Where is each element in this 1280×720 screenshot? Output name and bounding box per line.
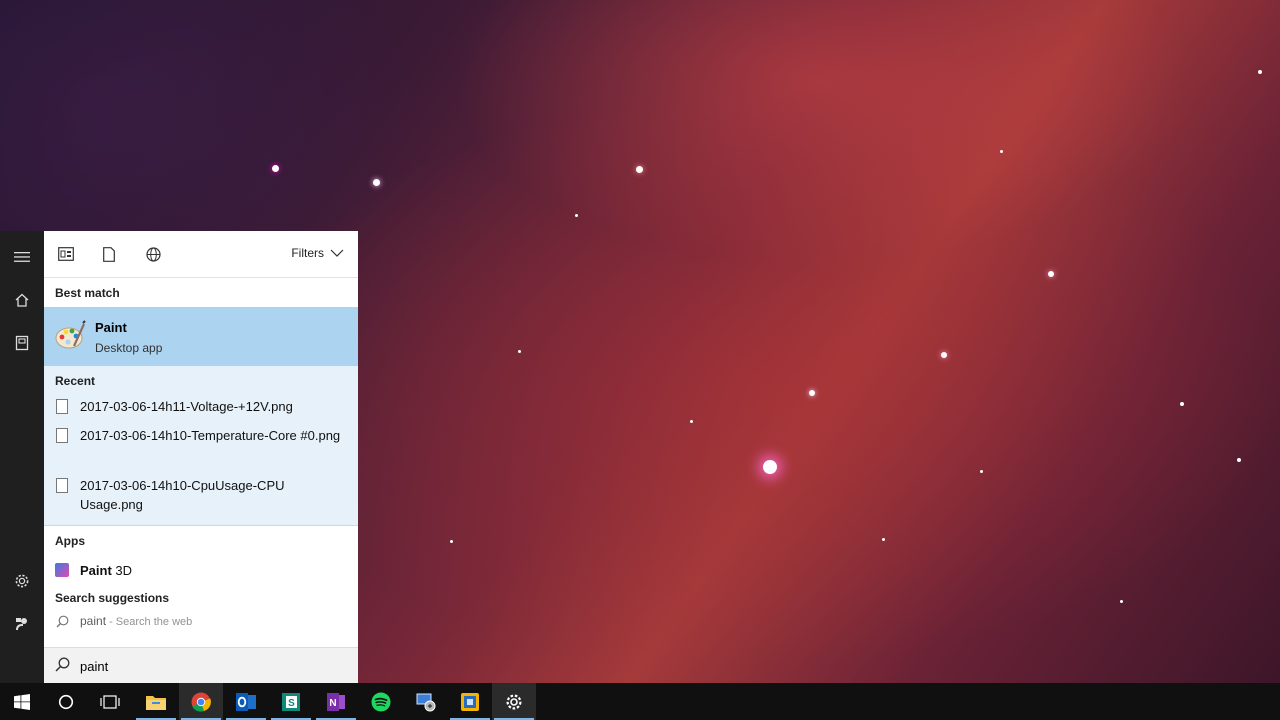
windows-logo-icon: [14, 693, 30, 710]
wallpaper-star: [1048, 271, 1054, 277]
outlook-icon: [236, 692, 256, 711]
filters-bar: Filters: [44, 231, 358, 278]
wallpaper-star: [941, 352, 947, 358]
taskbar-settings-icon: [506, 693, 522, 710]
remote-desktop-icon: [416, 693, 436, 711]
task-view-icon: [100, 694, 120, 709]
home-icon[interactable]: [0, 280, 44, 320]
filters-button[interactable]: Filters: [291, 246, 344, 260]
chevron-down-icon: [330, 249, 344, 257]
best-match-subtitle: Desktop app: [95, 341, 163, 355]
taskbar-chrome[interactable]: [179, 683, 223, 720]
search-results-panel: Filters Best match Paint Desktop app Rec…: [44, 231, 358, 683]
recent-item-name: 2017-03-06-14h11-Voltage-+12V.png: [80, 399, 293, 414]
search-input[interactable]: [80, 656, 340, 676]
wallpaper-star: [1000, 150, 1003, 153]
recent-item-name: 2017-03-06-14h10-CpuUsage-CPU Usage.png: [80, 478, 285, 512]
start-button[interactable]: [0, 683, 44, 720]
image-file-icon: [56, 478, 68, 493]
search-box: [44, 647, 358, 683]
spotify-icon: [371, 692, 391, 711]
settings-icon[interactable]: [0, 561, 44, 601]
taskbar-outlook[interactable]: [224, 683, 268, 720]
wallpaper-star: [373, 179, 380, 186]
wallpaper-star: [1237, 458, 1241, 462]
apps-header: Apps: [55, 533, 85, 548]
wallpaper-star: [809, 390, 815, 396]
wallpaper-star: [1180, 402, 1184, 406]
taskbar-file-explorer[interactable]: [134, 683, 178, 720]
start-menu-rail: [0, 231, 44, 683]
wallpaper-star: [980, 470, 983, 473]
taskbar-virtualbox[interactable]: [448, 683, 492, 720]
recent-section: Recent 2017-03-06-14h11-Voltage-+12V.png…: [44, 366, 358, 525]
recent-item[interactable]: 2017-03-06-14h10-CpuUsage-CPU Usage.png: [44, 474, 358, 521]
hamburger-menu-icon[interactable]: [0, 237, 44, 277]
folder-icon: [146, 695, 166, 710]
wallpaper-star: [1258, 70, 1262, 74]
task-view-button[interactable]: [88, 683, 132, 720]
app-item-name-rest: 3D: [111, 563, 133, 578]
web-filter-icon[interactable]: [142, 243, 164, 265]
search-icon: [55, 657, 70, 672]
cortana-button[interactable]: [44, 683, 88, 720]
image-file-icon: [56, 428, 68, 443]
virtualbox-icon: [461, 692, 479, 711]
search-icon: [56, 615, 69, 628]
taskbar-onenote[interactable]: N: [314, 683, 358, 720]
app-item-name-bold: Paint: [80, 563, 112, 578]
taskbar-sway[interactable]: S: [269, 683, 313, 720]
wallpaper-star: [690, 420, 693, 423]
wallpaper-star: [575, 214, 578, 217]
cortana-circle-icon: [58, 694, 74, 709]
paint-3d-icon: [55, 563, 69, 577]
taskbar-spotify[interactable]: [359, 683, 403, 720]
recent-item-name: 2017-03-06-14h10-Temperature-Core #0.png: [80, 428, 341, 443]
wallpaper-star: [636, 166, 643, 173]
recent-item[interactable]: 2017-03-06-14h10-Temperature-Core #0.png: [44, 424, 358, 474]
best-match-paint[interactable]: Paint Desktop app: [44, 307, 358, 366]
chrome-icon: [191, 692, 211, 712]
suggestion-term: paint: [80, 614, 107, 628]
wallpaper-star: [272, 165, 279, 172]
wallpaper-star: [1120, 600, 1123, 603]
wallpaper-star: [450, 540, 453, 543]
taskbar: S N: [0, 683, 1280, 720]
sway-icon: S: [282, 692, 300, 711]
apps-filter-icon[interactable]: [55, 243, 77, 265]
taskbar-remote-app[interactable]: [404, 683, 448, 720]
image-file-icon: [56, 399, 68, 414]
notebook-icon[interactable]: [0, 323, 44, 363]
wallpaper-star: [763, 460, 777, 474]
svg-text:N: N: [329, 698, 336, 709]
paint-palette-icon: [55, 320, 86, 349]
recent-header: Recent: [55, 373, 96, 388]
best-match-header: Best match: [55, 285, 120, 300]
filters-label: Filters: [291, 246, 324, 260]
app-item-label: Paint 3D: [80, 563, 132, 578]
taskbar-settings[interactable]: [492, 683, 536, 720]
app-item-paint-3d[interactable]: Paint 3D: [44, 555, 358, 586]
suggestion-label: paint - Search the web: [80, 614, 192, 628]
wallpaper-star: [518, 350, 521, 353]
suggestion-sub: - Search the web: [106, 616, 193, 628]
best-match-title: Paint: [95, 320, 127, 335]
search-suggestions-header: Search suggestions: [55, 591, 170, 605]
feedback-icon[interactable]: [0, 604, 44, 644]
documents-filter-icon[interactable]: [98, 243, 120, 265]
onenote-icon: N: [327, 692, 345, 711]
svg-text:S: S: [288, 698, 295, 709]
wallpaper-star: [882, 538, 885, 541]
recent-item[interactable]: 2017-03-06-14h11-Voltage-+12V.png: [44, 395, 358, 424]
suggestion-item[interactable]: paint - Search the web: [44, 610, 358, 632]
